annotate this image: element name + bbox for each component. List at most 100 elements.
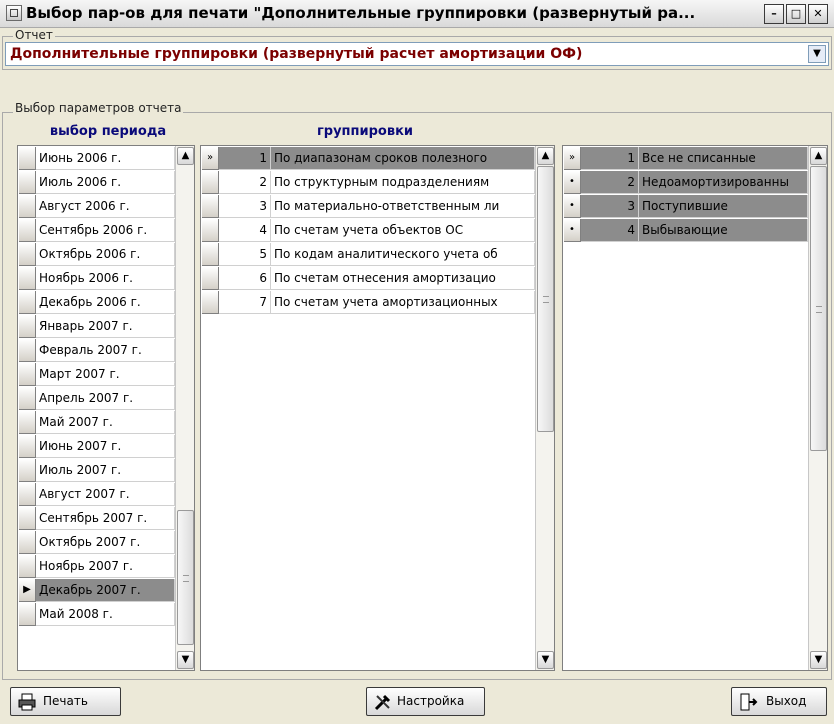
row-indicator <box>19 531 36 554</box>
period-scrollbar[interactable]: ▲ ▼ <box>175 146 194 670</box>
params-legend: Выбор параметров отчета <box>13 101 184 115</box>
app-icon <box>6 5 22 21</box>
tools-icon <box>374 694 391 711</box>
period-cell: Декабрь 2006 г. <box>36 291 175 314</box>
period-row[interactable]: Октябрь 2007 г. <box>18 531 175 554</box>
period-cell: Август 2007 г. <box>36 483 175 506</box>
period-row[interactable]: ▶ Декабрь 2007 г. <box>18 579 175 602</box>
period-row[interactable]: Ноябрь 2006 г. <box>18 267 175 290</box>
print-button[interactable]: Печать <box>10 687 121 716</box>
row-indicator: ▶ <box>19 579 36 602</box>
row-indicator <box>19 411 36 434</box>
period-cell: Июнь 2006 г. <box>36 147 175 170</box>
filter-name: Все не списанные <box>639 147 808 170</box>
grouping-grid[interactable]: 7 По счетам учета амортизационных 6 По счет… <box>200 145 555 671</box>
period-cell: Июль 2007 г. <box>36 459 175 482</box>
chevron-down-icon[interactable]: ▼ <box>808 45 826 63</box>
period-cell: Май 2008 г. <box>36 603 175 626</box>
period-row[interactable]: Июль 2006 г. <box>18 171 175 194</box>
grouping-number: 1 <box>219 147 271 170</box>
grouping-row[interactable]: 2 По структурным подразделениям <box>201 171 535 194</box>
maximize-button[interactable]: □ <box>786 4 806 24</box>
grouping-name: По кодам аналитического учета об <box>271 243 535 266</box>
period-row[interactable]: Август 2007 г. <box>18 483 175 506</box>
period-row[interactable]: Июнь 2007 г. <box>18 435 175 458</box>
report-select[interactable]: Дополнительные группировки (развернутый … <box>5 42 829 66</box>
row-indicator <box>19 435 36 458</box>
period-row[interactable]: Июль 2007 г. <box>18 459 175 482</box>
period-cell: Ноябрь 2006 г. <box>36 267 175 290</box>
period-row[interactable]: Февраль 2007 г. <box>18 339 175 362</box>
minimize-button[interactable]: – <box>764 4 784 24</box>
row-indicator <box>19 315 36 338</box>
filter-name: Выбывающие <box>639 219 808 242</box>
row-indicator <box>19 387 36 410</box>
filter-row[interactable]: » 1 Все не списанные <box>563 147 808 170</box>
grouping-row[interactable]: 4 По счетам учета объектов ОС <box>201 219 535 242</box>
grouping-row[interactable]: 6 По счетам отнесения амортизацио <box>201 267 535 290</box>
filter-row[interactable]: • 2 Недоамортизированны <box>563 171 808 194</box>
grouping-number: 2 <box>219 171 271 194</box>
period-cell: Сентябрь 2007 г. <box>36 507 175 530</box>
grouping-row[interactable]: 3 По материально-ответственным ли <box>201 195 535 218</box>
scroll-down-icon[interactable]: ▼ <box>537 651 554 669</box>
period-cell: Июнь 2007 г. <box>36 435 175 458</box>
period-cell: Октябрь 2006 г. <box>36 243 175 266</box>
filter-grid[interactable]: • 4 Выбывающие • 3 Поступившие • 2 Недоамортизир… <box>562 145 828 671</box>
grouping-scrollbar[interactable]: ▲ ▼ <box>535 146 554 670</box>
row-indicator <box>19 171 36 194</box>
period-cell: Декабрь 2007 г. <box>36 579 175 602</box>
scroll-thumb[interactable] <box>537 166 554 432</box>
period-row[interactable]: Ноябрь 2007 г. <box>18 555 175 578</box>
period-row[interactable]: Июнь 2006 г. <box>18 147 175 170</box>
exit-button[interactable]: Выход <box>731 687 827 716</box>
close-button[interactable]: ✕ <box>808 4 828 24</box>
period-row[interactable]: Май 2007 г. <box>18 411 175 434</box>
grouping-row[interactable]: » 1 По диапазонам сроков полезного <box>201 147 535 170</box>
grouping-row[interactable]: 5 По кодам аналитического учета об <box>201 243 535 266</box>
grouping-number: 4 <box>219 219 271 242</box>
period-grid[interactable]: Май 2008 г. ▶ Декабрь 2007 г. Ноябрь 2007 г… <box>17 145 195 671</box>
grouping-row[interactable]: 7 По счетам учета амортизационных <box>201 291 535 314</box>
filter-scrollbar[interactable]: ▲ ▼ <box>808 146 827 670</box>
scroll-up-icon[interactable]: ▲ <box>177 147 194 165</box>
period-row[interactable]: Октябрь 2006 г. <box>18 243 175 266</box>
report-legend: Отчет <box>13 28 55 42</box>
row-indicator <box>202 195 219 218</box>
period-row[interactable]: Сентябрь 2006 г. <box>18 219 175 242</box>
period-row[interactable]: Январь 2007 г. <box>18 315 175 338</box>
settings-button[interactable]: Настройка <box>366 687 485 716</box>
period-row[interactable]: Август 2006 г. <box>18 195 175 218</box>
scroll-thumb[interactable] <box>177 510 194 645</box>
period-header: выбор периода <box>49 124 167 139</box>
period-cell: Январь 2007 г. <box>36 315 175 338</box>
row-indicator: » <box>202 147 219 170</box>
row-indicator <box>202 243 219 266</box>
period-cell: Февраль 2007 г. <box>36 339 175 362</box>
period-row[interactable]: Сентябрь 2007 г. <box>18 507 175 530</box>
window-title: Выбор пар-ов для печати "Дополнительные … <box>26 4 696 22</box>
row-indicator: • <box>564 219 581 242</box>
period-row[interactable]: Март 2007 г. <box>18 363 175 386</box>
row-indicator <box>202 219 219 242</box>
row-indicator: • <box>564 195 581 218</box>
row-indicator <box>19 243 36 266</box>
row-indicator <box>19 507 36 530</box>
scroll-thumb[interactable] <box>810 166 827 451</box>
filter-row[interactable]: • 3 Поступившие <box>563 195 808 218</box>
grouping-name: По структурным подразделениям <box>271 171 535 194</box>
scroll-down-icon[interactable]: ▼ <box>177 651 194 669</box>
row-indicator <box>19 267 36 290</box>
filter-row[interactable]: • 4 Выбывающие <box>563 219 808 242</box>
row-indicator: • <box>564 171 581 194</box>
filter-name: Поступившие <box>639 195 808 218</box>
scroll-down-icon[interactable]: ▼ <box>810 651 827 669</box>
row-indicator <box>19 603 36 626</box>
filter-number: 2 <box>581 171 639 194</box>
grouping-name: По диапазонам сроков полезного <box>271 147 535 170</box>
period-row[interactable]: Апрель 2007 г. <box>18 387 175 410</box>
period-row[interactable]: Май 2008 г. <box>18 603 175 626</box>
period-row[interactable]: Декабрь 2006 г. <box>18 291 175 314</box>
scroll-up-icon[interactable]: ▲ <box>537 147 554 165</box>
scroll-up-icon[interactable]: ▲ <box>810 147 827 165</box>
